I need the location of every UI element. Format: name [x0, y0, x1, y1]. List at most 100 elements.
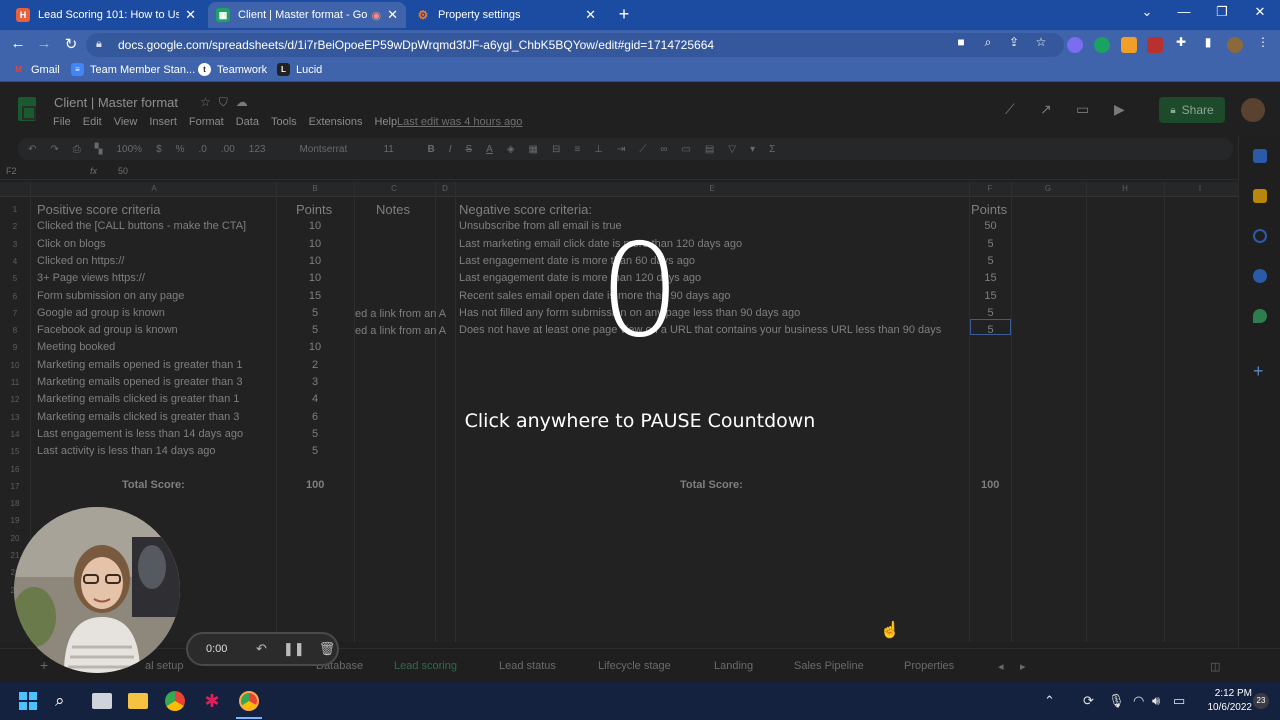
- row-header[interactable]: 18: [0, 499, 30, 508]
- column-header[interactable]: D: [442, 184, 448, 193]
- sheet-tab-active[interactable]: Lead scoring: [394, 660, 457, 672]
- font-select[interactable]: Montserrat: [299, 144, 369, 155]
- add-sheet-icon[interactable]: +: [40, 657, 48, 673]
- positive-criteria-points[interactable]: 5: [295, 445, 335, 457]
- row-header[interactable]: 17: [0, 482, 30, 491]
- notes-header[interactable]: Notes: [376, 202, 410, 217]
- positive-total-value[interactable]: 100: [306, 479, 324, 491]
- negative-criteria-header[interactable]: Negative score criteria:: [459, 202, 592, 217]
- italic-icon[interactable]: I: [449, 144, 452, 155]
- explore-panel-icon[interactable]: ◫: [1210, 660, 1220, 673]
- menu-insert[interactable]: Insert: [149, 116, 177, 128]
- pause-icon[interactable]: ❚❚: [283, 641, 305, 657]
- column-header[interactable]: B: [312, 184, 317, 193]
- chrome-canary-icon[interactable]: [239, 691, 259, 711]
- address-bar[interactable]: 🔒︎ docs.google.com/spreadsheets/d/1i7rBe…: [86, 33, 1064, 57]
- calendar-icon[interactable]: [1253, 149, 1267, 163]
- add-addon-icon[interactable]: +: [1253, 361, 1264, 382]
- task-view-icon[interactable]: [92, 693, 112, 709]
- row-header[interactable]: 16: [0, 465, 30, 474]
- doc-title[interactable]: Client | Master format: [54, 95, 178, 110]
- extension-icon[interactable]: [1121, 37, 1137, 53]
- new-tab-icon[interactable]: +: [614, 4, 634, 25]
- extension-icon[interactable]: [1067, 37, 1083, 53]
- tray-overflow-icon[interactable]: ⌃: [1044, 693, 1055, 709]
- menu-view[interactable]: View: [114, 116, 138, 128]
- close-window-icon[interactable]: ✕: [1248, 4, 1272, 20]
- forward-icon[interactable]: →: [34, 35, 54, 52]
- row-header[interactable]: 19: [0, 516, 30, 525]
- column-header[interactable]: A: [151, 184, 156, 193]
- rotate-icon[interactable]: ⟋: [639, 144, 646, 155]
- sheet-tab[interactable]: Properties: [904, 660, 954, 672]
- positive-points-header[interactable]: Points: [296, 202, 332, 217]
- bookmark-lucid[interactable]: L Lucid: [277, 63, 322, 76]
- puzzle-extensions-icon[interactable]: ✚: [1173, 35, 1189, 49]
- row-header[interactable]: 15: [0, 447, 30, 456]
- negative-total-value[interactable]: 100: [981, 479, 999, 491]
- grammarly-icon[interactable]: [1094, 37, 1110, 53]
- explore-icon[interactable]: ↗: [1040, 101, 1052, 118]
- browser-tab-master-format[interactable]: ▦ Client | Master format - Goo ◉ ✕: [208, 2, 406, 28]
- positive-criteria-label[interactable]: Marketing emails opened is greater than …: [37, 376, 273, 388]
- menu-format[interactable]: Format: [189, 116, 224, 128]
- filter-views-icon[interactable]: ▾: [750, 144, 755, 155]
- trash-icon[interactable]: 🗑︎: [319, 641, 336, 657]
- side-panel-icon[interactable]: ▮: [1200, 35, 1216, 49]
- more-formats-button[interactable]: 123: [249, 144, 266, 155]
- windows-start-icon[interactable]: [18, 691, 38, 711]
- sheets-logo-icon[interactable]: [18, 97, 36, 121]
- menu-tools[interactable]: Tools: [271, 116, 297, 128]
- positive-criteria-label[interactable]: Marketing emails clicked is greater than…: [37, 393, 273, 405]
- file-explorer-icon[interactable]: [128, 693, 148, 709]
- strikethrough-icon[interactable]: S: [465, 144, 472, 155]
- extension-badge-icon[interactable]: [1147, 37, 1163, 53]
- column-header[interactable]: F: [988, 184, 993, 193]
- maximize-icon[interactable]: ❐: [1210, 4, 1234, 20]
- positive-criteria-points[interactable]: 4: [295, 393, 335, 405]
- redo-icon[interactable]: ↷: [50, 144, 58, 155]
- row-header[interactable]: 11: [0, 378, 30, 387]
- bookmark-teamwork[interactable]: t Teamwork: [198, 63, 267, 76]
- browser-tab-property-settings[interactable]: ⚙ Property settings ✕: [408, 2, 604, 28]
- menu-extensions[interactable]: Extensions: [309, 116, 363, 128]
- filter-icon[interactable]: ▽: [728, 144, 736, 155]
- negative-points-header[interactable]: Points: [971, 202, 1007, 217]
- row-header[interactable]: 12: [0, 395, 30, 404]
- formula-input[interactable]: 50: [118, 166, 128, 176]
- back-icon[interactable]: ←: [8, 35, 28, 52]
- sheet-tab[interactable]: Lead status: [499, 660, 556, 672]
- comment-icon[interactable]: ▭: [1076, 101, 1089, 118]
- camera-icon[interactable]: ■: [953, 35, 969, 49]
- chrome-menu-icon[interactable]: ⋮: [1255, 35, 1271, 49]
- trend-icon[interactable]: ⟋: [1005, 101, 1015, 118]
- scroll-tabs-left-icon[interactable]: ◂: [998, 660, 1004, 673]
- positive-criteria-label[interactable]: Last activity is less than 14 days ago: [37, 445, 273, 457]
- increase-decimal-button[interactable]: .00: [221, 144, 235, 155]
- menu-help[interactable]: Help: [374, 116, 397, 128]
- chrome-icon[interactable]: [165, 691, 185, 711]
- merge-icon[interactable]: ⊟: [552, 144, 560, 155]
- countdown-number[interactable]: 0: [0, 228, 1280, 356]
- close-tab-icon[interactable]: ✕: [585, 7, 596, 23]
- battery-icon[interactable]: ▭: [1173, 693, 1185, 709]
- search-icon[interactable]: ⌕: [55, 691, 75, 711]
- undo-icon[interactable]: ↶: [28, 144, 36, 155]
- paint-format-icon[interactable]: ▚: [95, 144, 103, 155]
- currency-format-button[interactable]: $: [156, 144, 162, 155]
- valign-icon[interactable]: ⊥: [594, 144, 603, 155]
- positive-criteria-label[interactable]: Marketing emails opened is greater than …: [37, 359, 273, 371]
- column-header[interactable]: E: [709, 184, 714, 193]
- borders-icon[interactable]: ▦: [529, 144, 538, 155]
- account-avatar[interactable]: [1241, 98, 1265, 122]
- column-header[interactable]: C: [391, 184, 397, 193]
- print-icon[interactable]: ⎙: [73, 144, 81, 155]
- column-header[interactable]: I: [1199, 184, 1201, 193]
- align-icon[interactable]: ≡: [574, 144, 580, 155]
- row-header[interactable]: 20: [0, 534, 30, 543]
- row-header[interactable]: 1: [0, 205, 30, 214]
- sheet-tab[interactable]: Sales Pipeline: [794, 660, 864, 672]
- comment-insert-icon[interactable]: ▭: [681, 144, 690, 155]
- bookmark-team-member[interactable]: ≡ Team Member Stan...: [71, 63, 195, 76]
- microphone-icon[interactable]: 🎙︎: [1108, 693, 1125, 709]
